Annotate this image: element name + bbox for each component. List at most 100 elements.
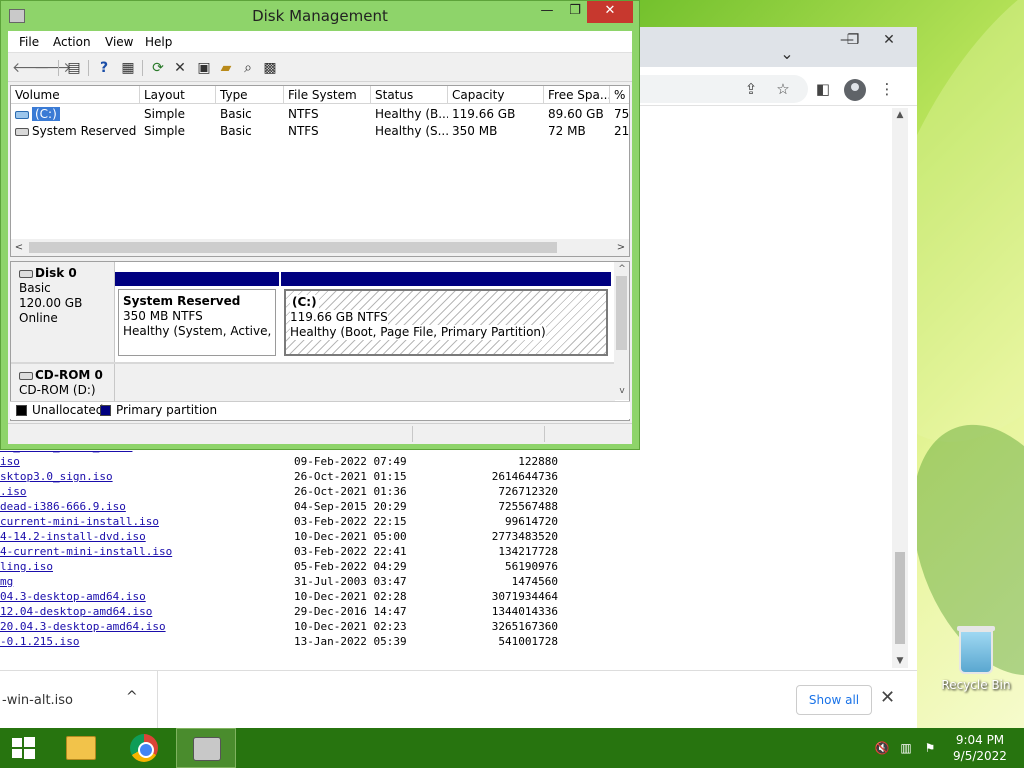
file-link[interactable]: .iso bbox=[0, 484, 27, 499]
volume-list-header: Volume Layout Type File System Status Ca… bbox=[11, 86, 629, 104]
file-link[interactable]: 4-14.2-install-dvd.iso bbox=[0, 529, 146, 544]
volume-muted-icon[interactable]: 🔇 bbox=[874, 740, 890, 756]
delete-icon[interactable]: ✕ bbox=[170, 58, 190, 78]
volume-list-horizontal-scrollbar[interactable]: < > bbox=[11, 239, 629, 256]
file-link[interactable]: ling.iso bbox=[0, 559, 53, 574]
file-system-cell: NTFS bbox=[288, 107, 319, 121]
volume-name: System Reserved bbox=[32, 124, 137, 138]
help-icon[interactable]: ? bbox=[94, 58, 114, 78]
sidebar-icon[interactable]: ◧ bbox=[812, 78, 834, 100]
show-all-button[interactable]: Show all bbox=[796, 685, 872, 715]
primary-partition-bar bbox=[115, 272, 279, 286]
column-header-status[interactable]: Status bbox=[371, 86, 448, 104]
column-header-free-space[interactable]: Free Spa... bbox=[544, 86, 610, 104]
disk-0-label[interactable]: Disk 0 Basic 120.00 GB Online bbox=[11, 262, 115, 364]
page-scrollbar[interactable]: ▲ ▼ bbox=[892, 108, 908, 668]
menu-file[interactable]: File bbox=[19, 35, 39, 49]
file-link[interactable]: current-mini-install.iso bbox=[0, 514, 159, 529]
close-download-bar-icon[interactable]: ✕ bbox=[880, 687, 895, 708]
scroll-up-arrow-icon[interactable]: ▲ bbox=[892, 108, 908, 122]
scrollbar-thumb[interactable] bbox=[29, 242, 557, 253]
scroll-right-arrow-icon[interactable]: > bbox=[613, 239, 629, 256]
taskbar-file-explorer[interactable] bbox=[50, 728, 110, 768]
star-icon[interactable]: ☆ bbox=[772, 78, 794, 100]
profile-icon[interactable] bbox=[844, 79, 866, 101]
maximize-button[interactable]: ❐ bbox=[561, 1, 589, 23]
action-center-icon[interactable]: ⚑ bbox=[922, 740, 938, 756]
scrollbar-thumb[interactable] bbox=[895, 552, 905, 644]
share-icon[interactable]: ⇪ bbox=[740, 78, 762, 100]
scroll-down-arrow-icon[interactable]: ▼ bbox=[892, 654, 908, 668]
minimize-button[interactable]: — bbox=[533, 1, 561, 23]
cdrom-0-label[interactable]: CD-ROM 0 CD-ROM (D:) bbox=[11, 364, 115, 404]
file-link[interactable]: iso bbox=[0, 454, 20, 469]
scrollbar-thumb[interactable] bbox=[616, 276, 627, 350]
column-header-volume[interactable]: Volume bbox=[11, 86, 140, 104]
explore-icon[interactable]: ⌕ bbox=[238, 58, 258, 78]
download-item[interactable]: -win-alt.iso ^ bbox=[0, 671, 158, 729]
file-link[interactable]: 04.3-desktop-amd64.iso bbox=[0, 589, 146, 604]
file-link[interactable]: dead-i386-666.9.iso bbox=[0, 499, 126, 514]
menu-action[interactable]: Action bbox=[53, 35, 91, 49]
column-header-type[interactable]: Type bbox=[216, 86, 284, 104]
percent-free-cell: 21 bbox=[614, 124, 629, 138]
partition-system-reserved[interactable]: System Reserved 350 MB NTFS Healthy (Sys… bbox=[115, 272, 279, 358]
column-header-layout[interactable]: Layout bbox=[140, 86, 216, 104]
volume-row[interactable]: System Reserved Simple Basic NTFS Health… bbox=[11, 123, 629, 140]
taskbar-disk-management[interactable] bbox=[176, 728, 236, 768]
scroll-down-arrow-icon[interactable]: v bbox=[614, 384, 629, 398]
cdrom-partition-area[interactable] bbox=[115, 364, 615, 404]
scroll-left-arrow-icon[interactable]: < bbox=[11, 239, 27, 256]
network-icon[interactable]: ▥ bbox=[898, 740, 914, 756]
file-size: 56190976 bbox=[505, 560, 558, 573]
taskbar-chrome[interactable] bbox=[114, 728, 174, 768]
download-bar: -win-alt.iso ^ Show all ✕ bbox=[0, 670, 917, 729]
back-icon[interactable]: 🡐 bbox=[12, 58, 50, 78]
recycle-bin-shortcut[interactable]: Recycle Bin bbox=[940, 626, 1012, 692]
close-button[interactable]: ✕ bbox=[587, 1, 633, 23]
forward-icon[interactable]: 🡒 bbox=[34, 58, 72, 78]
partition-c-drive[interactable]: (C:) 119.66 GB NTFS Healthy (Boot, Page … bbox=[281, 272, 611, 358]
disk-view-vertical-scrollbar[interactable]: ^ v bbox=[614, 262, 629, 400]
disk-graphical-view: Disk 0 Basic 120.00 GB Online System Res… bbox=[10, 261, 630, 421]
browser-close-button[interactable]: ✕ bbox=[872, 29, 906, 51]
file-listing-row: ling.iso 05-Feb-2022 04:29 56190976 bbox=[0, 559, 890, 574]
open-icon[interactable]: ▰ bbox=[216, 58, 236, 78]
file-link[interactable]: sktop3.0_sign.iso bbox=[0, 469, 113, 484]
menu-help[interactable]: Help bbox=[145, 35, 172, 49]
menu-view[interactable]: View bbox=[105, 35, 133, 49]
recycle-bin-label: Recycle Bin bbox=[941, 678, 1011, 692]
settings-icon[interactable]: ▩ bbox=[260, 58, 280, 78]
column-header-percent-free[interactable]: % F bbox=[610, 86, 629, 104]
chevron-up-icon[interactable]: ^ bbox=[126, 689, 138, 705]
column-header-capacity[interactable]: Capacity bbox=[448, 86, 544, 104]
browser-restore-button[interactable]: ❐ bbox=[836, 29, 870, 51]
console-tree-icon[interactable]: ▤ bbox=[64, 58, 84, 78]
legend-swatch-unallocated bbox=[16, 405, 27, 416]
file-size: 2614644736 bbox=[491, 470, 558, 483]
file-link[interactable]: 4-current-mini-install.iso bbox=[0, 544, 172, 559]
download-filename[interactable]: -win-alt.iso bbox=[2, 693, 73, 708]
file-link[interactable]: -0.1.215.iso bbox=[0, 634, 79, 649]
properties-icon[interactable]: ▣ bbox=[194, 58, 214, 78]
system-clock[interactable]: 9:04 PM 9/5/2022 bbox=[944, 732, 1016, 764]
file-listing: 21.3-S-x86_64.iso29-Jul-2021 11:05606076… bbox=[0, 424, 890, 668]
file-link[interactable]: 20.04.3-desktop-amd64.iso bbox=[0, 619, 166, 634]
refresh-icon[interactable]: ⟳ bbox=[148, 58, 168, 78]
properties-view-icon[interactable]: ▦ bbox=[118, 58, 138, 78]
tab-search-chevron-icon[interactable]: ⌄ bbox=[770, 43, 804, 65]
taskbar: 🔇 ▥ ⚑ 9:04 PM 9/5/2022 bbox=[0, 728, 1024, 768]
file-link[interactable]: 12.04-desktop-amd64.iso bbox=[0, 604, 152, 619]
scroll-up-arrow-icon[interactable]: ^ bbox=[614, 262, 629, 276]
start-button[interactable] bbox=[0, 728, 48, 768]
title-bar[interactable]: Disk Management — ❐ ✕ bbox=[1, 1, 639, 31]
clock-time: 9:04 PM bbox=[955, 733, 1005, 747]
file-listing-row: dead-i386-666.9.iso 04-Sep-2015 20:29 7255… bbox=[0, 499, 890, 514]
recycle-bin-icon[interactable] bbox=[957, 626, 995, 674]
volume-row[interactable]: (C:) Simple Basic NTFS Healthy (B... 119… bbox=[11, 106, 629, 123]
file-link[interactable]: mg bbox=[0, 574, 13, 589]
menu-icon[interactable]: ⋮ bbox=[876, 78, 898, 100]
column-header-file-system[interactable]: File System bbox=[284, 86, 371, 104]
file-date: 10-Dec-2021 05:00 bbox=[294, 530, 407, 543]
volume-list: Volume Layout Type File System Status Ca… bbox=[10, 85, 630, 257]
